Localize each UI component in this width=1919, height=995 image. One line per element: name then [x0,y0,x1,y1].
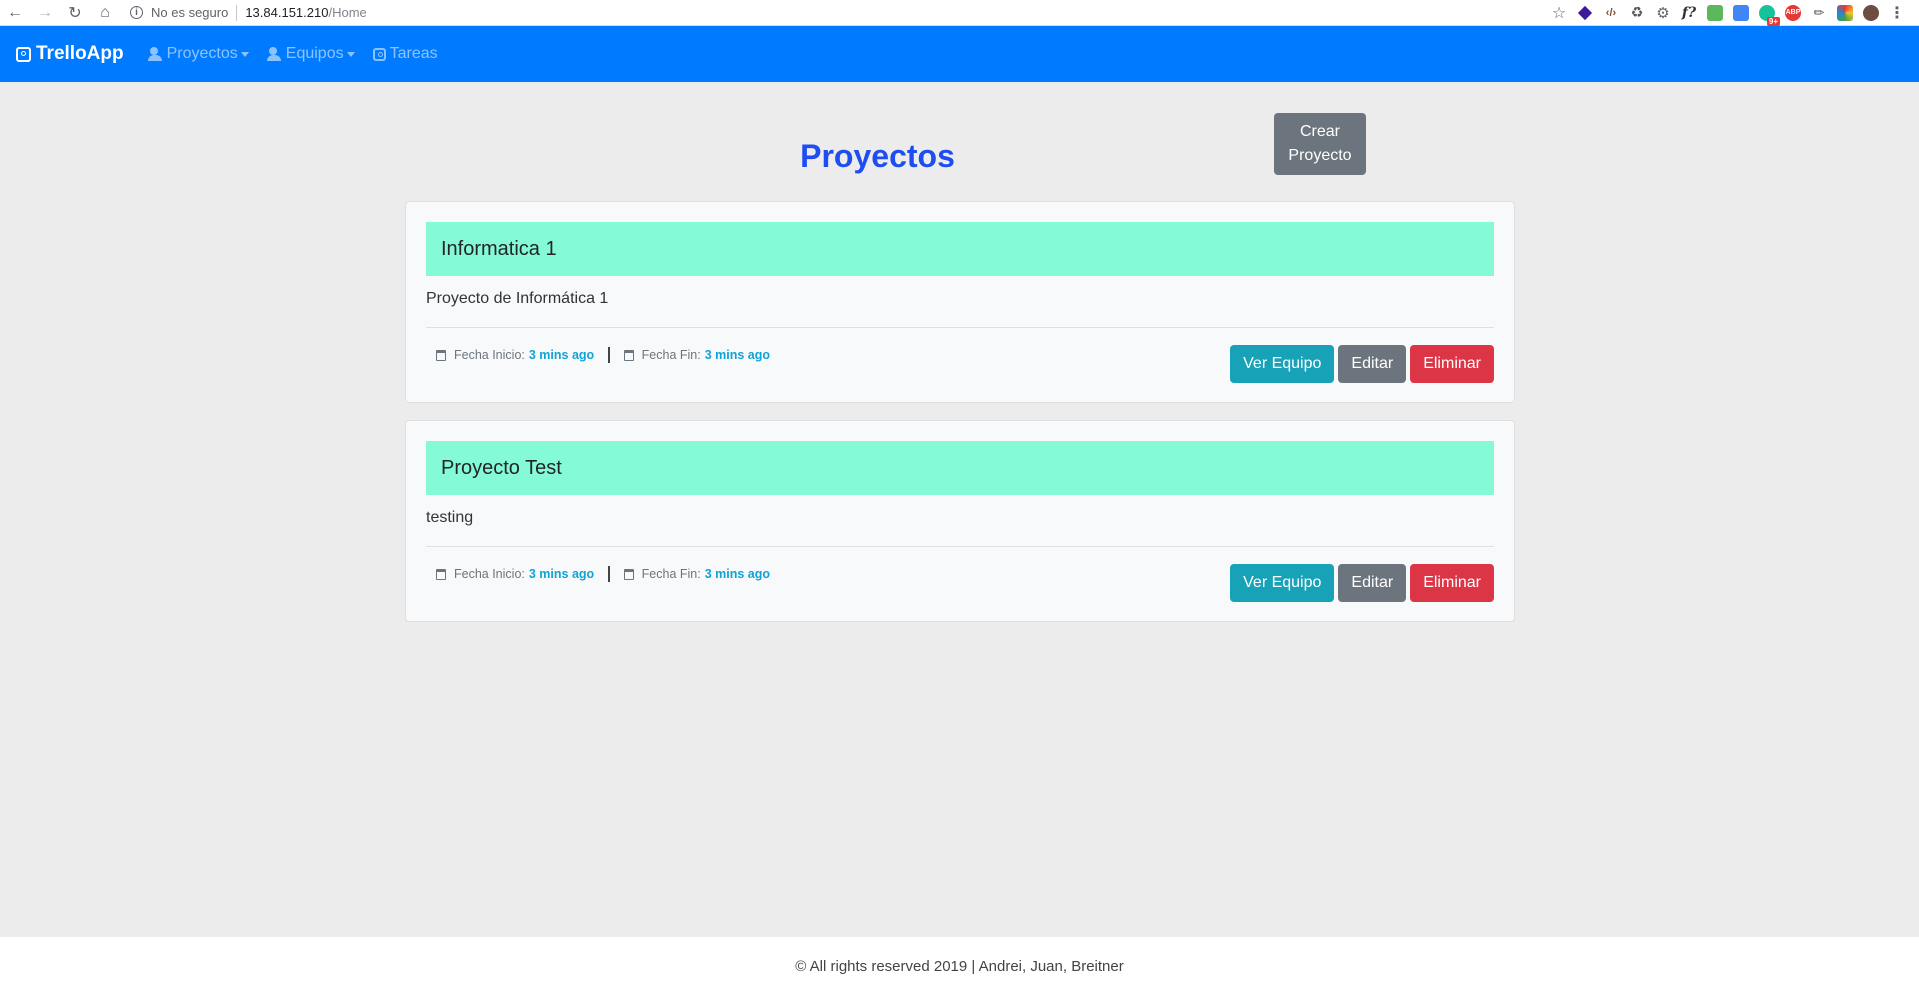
extension-translate-icon[interactable] [1733,4,1749,21]
end-date-value: 3 mins ago [704,567,771,581]
end-date-label: Fecha Fin: [641,567,701,581]
delete-button[interactable]: Eliminar [1410,564,1494,602]
extension-eyedropper-icon[interactable]: ✏ [1811,5,1827,21]
url-separator [236,4,238,21]
card-divider [426,327,1494,328]
reload-button[interactable]: ↻ [60,0,90,26]
start-date-label: Fecha Inicio: [454,348,525,362]
nav-item-equipos[interactable]: Equipos [266,45,355,63]
app-navbar: TrelloApp Proyectos Equipos Tareas [0,26,1919,82]
edit-button[interactable]: Editar [1338,564,1407,602]
project-name: Proyecto Test [426,441,1494,495]
extension-badge: 9+ [1766,16,1780,26]
calendar-icon [436,349,446,361]
extensions-bar: ☆ ‹/› ♻ ⚙ f? 9+ ABP ✏ ⋮ [1551,4,1919,26]
extension-gem-icon[interactable] [1577,5,1593,21]
browser-menu-icon[interactable]: ⋮ [1889,5,1905,22]
nav-item-label: Proyectos [166,45,238,62]
page-header: Proyectos Crear Proyecto [405,112,1515,192]
caret-down-icon [240,51,249,57]
extension-box-icon[interactable] [1707,4,1723,21]
nav-item-label: Tareas [389,45,438,62]
project-name: Informatica 1 [426,222,1494,276]
project-card: Proyecto Test testing Fecha Inicio: 3 mi… [405,420,1515,622]
extension-code-icon[interactable]: ‹/› [1603,5,1619,21]
users-icon [266,47,285,61]
extension-color-icon[interactable] [1837,4,1853,21]
extension-grammarly-icon[interactable]: 9+ [1759,4,1780,26]
start-date-label: Fecha Inicio: [454,567,525,581]
users-icon [147,47,166,61]
extension-gear-icon[interactable]: ⚙ [1655,5,1671,22]
app-logo-icon [16,46,31,62]
view-team-button[interactable]: Ver Equipo [1230,564,1335,602]
view-team-button[interactable]: Ver Equipo [1230,345,1335,383]
page-title: Proyectos [800,138,955,174]
create-project-button[interactable]: Crear Proyecto [1274,113,1366,175]
extension-recycle-icon[interactable]: ♻ [1629,4,1645,21]
calendar-icon [436,568,446,580]
tasks-icon [372,47,386,61]
project-card: Informatica 1 Proyecto de Informática 1 … [405,201,1515,403]
url-path: /Home [328,5,367,20]
delete-button[interactable]: Eliminar [1410,345,1494,383]
project-dates: Fecha Inicio: 3 mins ago Fecha Fin: 3 mi… [436,347,770,363]
security-label: No es seguro [151,5,229,20]
browser-toolbar: ← → ↻ ⌂ i No es seguro 13.84.151.210/Hom… [0,0,1919,26]
brand-label: TrelloApp [36,43,124,64]
nav-item-label: Equipos [285,45,344,62]
project-actions: Ver Equipo Editar Eliminar [1230,345,1494,383]
info-icon[interactable]: i [130,6,143,19]
calendar-icon [623,349,634,361]
calendar-icon [623,568,634,580]
footer-text: © All rights reserved 2019 | Andrei, Jua… [795,957,1124,975]
brand-link[interactable]: TrelloApp [16,43,124,65]
date-separator [608,347,610,363]
project-dates: Fecha Inicio: 3 mins ago Fecha Fin: 3 mi… [436,566,770,582]
url-host: 13.84.151.210 [245,5,329,20]
card-divider [426,546,1494,547]
bookmark-star-icon[interactable]: ☆ [1551,5,1567,22]
nav-item-proyectos[interactable]: Proyectos [147,45,249,63]
back-button[interactable]: ← [0,0,30,26]
date-separator [608,566,610,582]
forward-button[interactable]: → [30,0,60,26]
nav-item-tareas[interactable]: Tareas [372,45,438,63]
end-date-label: Fecha Fin: [641,348,701,362]
home-button[interactable]: ⌂ [90,0,120,26]
profile-avatar-icon[interactable] [1863,4,1879,21]
edit-button[interactable]: Editar [1338,345,1407,383]
extension-adblock-icon[interactable]: ABP [1785,4,1801,21]
start-date-value: 3 mins ago [528,348,595,362]
caret-down-icon [346,51,355,57]
page-footer: © All rights reserved 2019 | Andrei, Jua… [0,937,1919,995]
start-date-value: 3 mins ago [528,567,595,581]
end-date-value: 3 mins ago [704,348,771,362]
project-actions: Ver Equipo Editar Eliminar [1230,564,1494,602]
project-description: Proyecto de Informática 1 [426,290,609,307]
extension-fx-icon[interactable]: f? [1681,5,1697,21]
project-description: testing [426,509,474,526]
address-bar[interactable]: i No es seguro 13.84.151.210/Home [130,0,1551,26]
